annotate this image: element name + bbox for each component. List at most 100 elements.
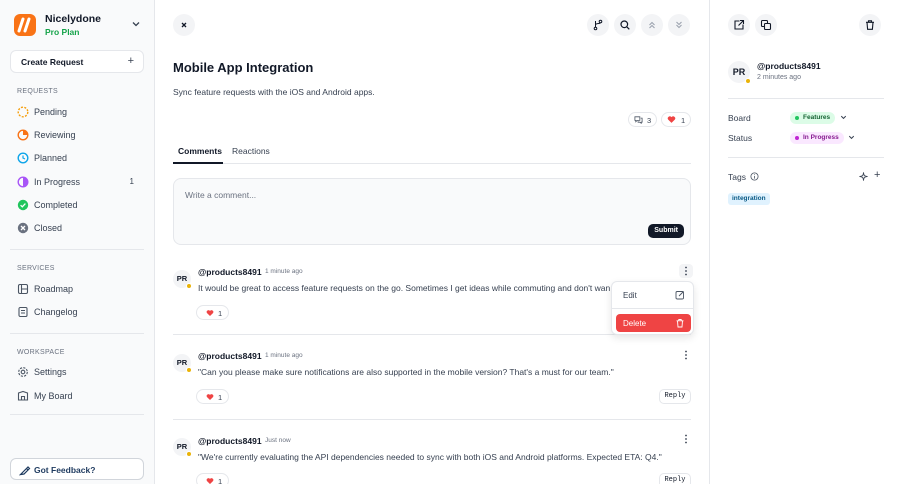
board-value: Features bbox=[803, 114, 831, 121]
delete-menu-item[interactable]: Delete bbox=[616, 314, 691, 332]
tag-badge[interactable]: integration bbox=[728, 193, 770, 205]
delete-label: Delete bbox=[623, 319, 647, 328]
sidebar-item-pending[interactable]: Pending bbox=[10, 102, 144, 122]
closed-status-icon bbox=[17, 222, 29, 234]
reply-button[interactable]: Reply bbox=[659, 389, 691, 404]
delete-request-button[interactable] bbox=[859, 14, 881, 36]
reply-button[interactable]: Reply bbox=[659, 473, 691, 484]
close-button[interactable] bbox=[173, 14, 195, 36]
workspace-name: Nicelydone bbox=[45, 13, 102, 25]
planned-status-icon bbox=[17, 152, 29, 164]
board-select[interactable]: Features bbox=[790, 112, 836, 124]
next-request-button[interactable] bbox=[668, 14, 690, 36]
status-dot bbox=[795, 116, 799, 120]
avatar[interactable]: PR bbox=[173, 270, 192, 289]
sidebar-item-label: Planned bbox=[34, 153, 68, 163]
sidebar-item-label: Pending bbox=[34, 107, 68, 117]
request-title: Mobile App Integration bbox=[173, 60, 314, 75]
trash-icon bbox=[676, 319, 684, 328]
status-select[interactable]: In Progress bbox=[790, 132, 844, 144]
comment-composer[interactable]: Write a comment... Submit bbox=[173, 178, 691, 245]
section-title-workspace: WORKSPACE bbox=[17, 349, 65, 356]
comment-author[interactable]: @products8491 bbox=[198, 436, 262, 446]
sidebar-item-settings[interactable]: Settings bbox=[10, 362, 144, 382]
details-divider bbox=[728, 98, 884, 99]
open-external-button[interactable] bbox=[728, 14, 750, 36]
comment-reaction-button[interactable]: 1 bbox=[196, 305, 229, 320]
request-detail: Mobile App Integration Sync feature requ… bbox=[155, 0, 710, 484]
sidebar-item-closed[interactable]: Closed bbox=[10, 218, 144, 238]
duplicate-button[interactable] bbox=[755, 14, 777, 36]
sidebar-divider bbox=[10, 414, 144, 415]
comment-author[interactable]: @products8491 bbox=[198, 267, 262, 277]
comment-menu-button[interactable] bbox=[679, 432, 693, 446]
avatar[interactable]: PR bbox=[173, 354, 192, 373]
reaction-count: 1 bbox=[681, 116, 686, 125]
sidebar-item-reviewing[interactable]: Reviewing bbox=[10, 125, 144, 145]
submit-button[interactable]: Submit bbox=[648, 224, 684, 238]
reaction-count: 1 bbox=[218, 393, 223, 402]
feedback-button[interactable]: Got Feedback? bbox=[10, 458, 144, 480]
sidebar-item-label: Settings bbox=[34, 367, 67, 377]
edit-icon bbox=[675, 291, 684, 300]
comment-reaction-button[interactable]: 1 bbox=[196, 473, 229, 484]
tab-reactions[interactable]: Reactions bbox=[232, 146, 270, 164]
in-progress-status-icon bbox=[17, 176, 29, 188]
menu-divider bbox=[612, 308, 693, 309]
sidebar-item-count: 1 bbox=[129, 177, 134, 186]
sidebar-item-my-board[interactable]: My Board bbox=[10, 386, 144, 406]
sparkle-icon[interactable] bbox=[859, 172, 868, 181]
comment-author[interactable]: @products8491 bbox=[198, 351, 262, 361]
section-title-services: SERVICES bbox=[17, 265, 55, 272]
workspace-plan: Pro Plan bbox=[45, 27, 80, 37]
sidebar: Nicelydone Pro Plan Create Request + REQ… bbox=[0, 0, 155, 484]
comment-text: "Can you please make sure notifications … bbox=[198, 367, 614, 377]
close-icon bbox=[181, 22, 187, 28]
reviewing-status-icon bbox=[17, 129, 29, 141]
heart-icon bbox=[667, 116, 676, 123]
sidebar-item-planned[interactable]: Planned bbox=[10, 148, 144, 168]
sidebar-item-in-progress[interactable]: In Progress 1 bbox=[10, 172, 144, 192]
reaction-count: 1 bbox=[218, 309, 223, 318]
sidebar-divider bbox=[10, 249, 144, 250]
edit-menu-item[interactable]: Edit bbox=[616, 286, 691, 304]
author-avatar[interactable]: PR bbox=[728, 61, 751, 84]
create-request-button[interactable]: Create Request + bbox=[10, 50, 144, 73]
previous-request-button[interactable] bbox=[641, 14, 663, 36]
comment-menu-button[interactable] bbox=[679, 264, 693, 278]
info-icon[interactable] bbox=[750, 172, 759, 181]
heart-icon bbox=[206, 310, 214, 317]
active-tab-indicator bbox=[173, 162, 223, 164]
chevrons-down-icon bbox=[676, 21, 682, 29]
search-button[interactable] bbox=[614, 14, 636, 36]
sidebar-item-roadmap[interactable]: Roadmap bbox=[10, 279, 144, 299]
sidebar-item-label: My Board bbox=[34, 391, 73, 401]
sidebar-item-label: Roadmap bbox=[34, 284, 74, 294]
avatar[interactable]: PR bbox=[173, 438, 192, 457]
sidebar-item-completed[interactable]: Completed bbox=[10, 195, 144, 215]
chevron-down-icon[interactable] bbox=[839, 113, 848, 122]
comment-count-pill[interactable]: 3 bbox=[628, 112, 657, 127]
sidebar-item-label: Closed bbox=[34, 223, 63, 233]
reaction-count-pill[interactable]: 1 bbox=[661, 112, 691, 127]
trash-icon bbox=[866, 20, 874, 30]
sidebar-item-changelog[interactable]: Changelog bbox=[10, 302, 144, 322]
comment-input-placeholder[interactable]: Write a comment... bbox=[185, 190, 256, 200]
feedback-icon bbox=[19, 464, 31, 476]
workspace-switcher[interactable]: Nicelydone Pro Plan bbox=[14, 12, 142, 38]
comment-menu-button[interactable] bbox=[679, 348, 693, 362]
comment-count: 3 bbox=[647, 116, 652, 125]
tags-label: Tags bbox=[728, 172, 746, 182]
completed-status-icon bbox=[17, 199, 29, 211]
merge-button[interactable] bbox=[587, 14, 609, 36]
author-name[interactable]: @products8491 bbox=[757, 61, 821, 71]
chevron-down-icon[interactable] bbox=[847, 133, 856, 142]
plus-icon: + bbox=[127, 55, 134, 67]
comment-reaction-button[interactable]: 1 bbox=[196, 389, 229, 404]
sidebar-divider bbox=[10, 333, 144, 334]
sidebar-item-label: Completed bbox=[34, 200, 78, 210]
details-divider bbox=[728, 157, 884, 158]
comment-time: 1 minute ago bbox=[265, 268, 303, 275]
comment-time: 1 minute ago bbox=[265, 352, 303, 359]
add-tag-button[interactable]: + bbox=[874, 169, 880, 181]
